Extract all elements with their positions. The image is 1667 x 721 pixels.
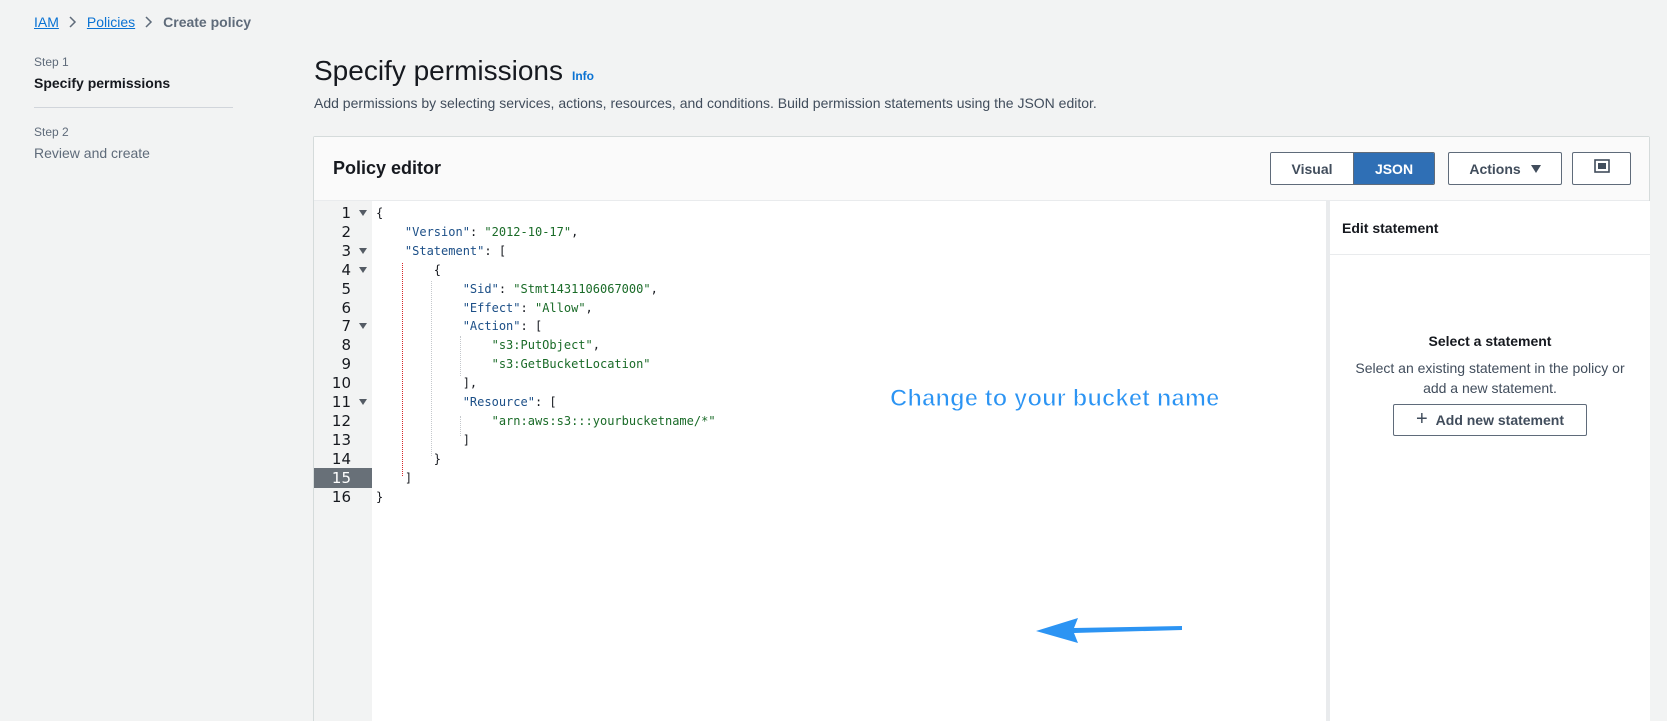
breadcrumb-current: Create policy — [163, 14, 252, 30]
line-number: 15 — [314, 467, 372, 488]
code-line[interactable]: "Effect": "Allow", — [376, 298, 593, 318]
breadcrumb-policies-link[interactable]: Policies — [87, 14, 135, 30]
code-line[interactable]: "s3:GetBucketLocation" — [376, 354, 651, 374]
line-number-text: 7 — [341, 317, 351, 336]
actions-dropdown-button[interactable]: Actions — [1448, 152, 1562, 185]
line-number-gutter: 1 2 3 4 5 6 7 8 9 10 11 12 13 14 15 16 — [314, 201, 372, 721]
empty-state: Select a statement Select an existing st… — [1330, 333, 1650, 436]
line-number: 13 — [314, 430, 372, 450]
line-number: 4 — [314, 260, 372, 280]
code-line[interactable]: "arn:aws:s3:::yourbucketname/*" — [376, 411, 716, 431]
fold-caret-icon[interactable] — [359, 247, 367, 254]
code-line[interactable]: "Resource": [ — [376, 392, 557, 412]
line-number-text: 2 — [341, 222, 351, 241]
line-number-text: 14 — [331, 449, 351, 468]
code-line[interactable]: { — [376, 203, 383, 223]
annotation-text: Change to your bucket name — [889, 385, 1220, 413]
plus-icon: + — [1415, 408, 1428, 430]
line-number: 1 — [314, 203, 372, 223]
line-number-text: 15 — [331, 468, 351, 487]
line-number: 14 — [314, 449, 372, 469]
split-panel-icon — [1593, 159, 1610, 178]
line-number: 12 — [314, 411, 372, 431]
line-number: 6 — [314, 298, 372, 318]
breadcrumb: IAM Policies Create policy — [34, 14, 251, 30]
code-line[interactable]: ], — [376, 373, 477, 393]
policy-editor-panel: Policy editor Visual JSON Actions 123456… — [313, 136, 1650, 721]
fold-caret-icon[interactable] — [359, 323, 367, 330]
line-number-text: 9 — [341, 355, 351, 374]
add-new-statement-button[interactable]: + Add new statement — [1393, 404, 1587, 436]
breadcrumb-iam-link[interactable]: IAM — [34, 14, 59, 30]
policy-editor-header: Policy editor Visual JSON Actions — [314, 137, 1649, 201]
code-line[interactable]: "Sid": "Stmt1431106067000", — [376, 279, 658, 299]
code-line[interactable]: "s3:PutObject", — [376, 335, 600, 355]
code-line[interactable]: } — [376, 487, 383, 507]
empty-state-title: Select a statement — [1428, 333, 1552, 349]
add-new-statement-label: Add new statement — [1435, 412, 1565, 428]
line-number-text: 1 — [341, 204, 351, 222]
wizard-steps: Step 1 Specify permissions Step 2 Review… — [34, 55, 234, 161]
line-number: 9 — [314, 354, 372, 374]
annotation-arrow-icon — [1034, 611, 1184, 656]
page-header: Specify permissions Info Add permissions… — [314, 55, 1097, 111]
step-1-title: Specify permissions — [34, 75, 171, 91]
editor-mode-toggle: Visual JSON — [1270, 152, 1435, 185]
edit-statement-header: Edit statement — [1330, 201, 1650, 255]
step-1: Step 1 Specify permissions — [34, 55, 234, 91]
step-2-title[interactable]: Review and create — [34, 145, 234, 161]
line-number-text: 4 — [341, 260, 351, 279]
line-number-text: 11 — [331, 393, 351, 411]
step-2-number: Step 2 — [34, 125, 69, 139]
fold-caret-icon[interactable] — [359, 399, 367, 405]
empty-state-description: Select an existing statement in the poli… — [1355, 360, 1625, 396]
actions-label: Actions — [1469, 160, 1521, 177]
code-line[interactable]: ] — [376, 430, 470, 450]
json-mode-button[interactable]: JSON — [1354, 153, 1434, 184]
info-link[interactable]: Info — [572, 69, 594, 83]
line-number: 8 — [314, 335, 372, 355]
line-number: 2 — [314, 222, 372, 242]
code-line[interactable]: "Action": [ — [376, 316, 542, 336]
code-line[interactable]: ] — [376, 468, 412, 488]
split-panel-toggle-button[interactable] — [1572, 152, 1631, 185]
line-number-text: 12 — [331, 411, 351, 430]
line-number: 7 — [314, 316, 372, 336]
page-description: Add permissions by selecting services, a… — [314, 95, 1097, 111]
fold-caret-icon[interactable] — [359, 266, 367, 273]
chevron-right-icon — [69, 16, 77, 28]
edit-statement-panel: Edit statement Select a statement Select… — [1330, 201, 1650, 721]
line-number-text: 10 — [331, 374, 351, 393]
line-number-text: 8 — [341, 336, 351, 355]
chevron-right-icon — [145, 16, 153, 28]
line-number: 3 — [314, 241, 372, 261]
json-code-editor[interactable]: 1 2 3 4 5 6 7 8 9 10 11 12 13 14 15 16 { "Version": "20… — [314, 201, 1326, 721]
step-1-number: Step 1 — [34, 55, 69, 69]
page-title: Specify permissions — [314, 55, 563, 86]
fold-caret-icon[interactable] — [359, 210, 367, 216]
line-number-text: 3 — [341, 241, 351, 260]
line-number-text: 6 — [341, 298, 351, 317]
visual-mode-button[interactable]: Visual — [1271, 153, 1354, 184]
line-number: 10 — [314, 373, 372, 393]
line-number-text: 5 — [341, 279, 351, 298]
line-number: 11 — [314, 392, 372, 412]
line-number: 16 — [314, 487, 372, 507]
line-number-text: 13 — [331, 430, 351, 449]
code-line[interactable]: } — [376, 449, 441, 469]
step-2[interactable]: Step 2 Review and create — [34, 125, 234, 161]
steps-divider — [34, 107, 233, 108]
policy-editor-title: Policy editor — [333, 158, 442, 178]
caret-down-icon — [1530, 164, 1541, 173]
line-number-text: 16 — [331, 487, 351, 506]
code-line[interactable]: "Version": "2012-10-17", — [376, 222, 578, 242]
code-line[interactable]: { — [376, 260, 441, 280]
code-line[interactable]: "Statement": [ — [376, 241, 506, 261]
line-number: 5 — [314, 279, 372, 299]
